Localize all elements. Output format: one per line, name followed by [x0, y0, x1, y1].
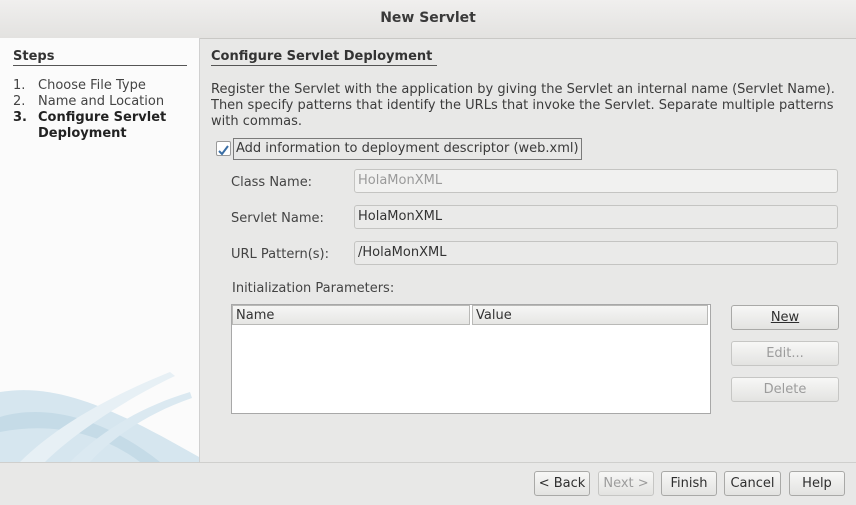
class-name-field[interactable]: HolaMonXML [354, 169, 838, 193]
back-button-label: < Back [538, 476, 586, 491]
step-configure-servlet-deployment: 3. Configure Servlet Deployment [13, 110, 166, 142]
init-params-table[interactable]: Name Value [231, 304, 711, 414]
cancel-button-label: Cancel [730, 476, 775, 491]
step-number: 2. [13, 94, 26, 109]
help-button[interactable]: Help [789, 471, 845, 496]
column-header-name[interactable]: Name [232, 305, 470, 325]
section-heading: Configure Servlet Deployment [211, 49, 437, 66]
delete-button[interactable]: Delete [731, 377, 839, 402]
steps-heading: Steps [13, 49, 187, 66]
step-number: 3. [13, 110, 27, 125]
title-bar: New Servlet [0, 0, 856, 39]
delete-button-label: Delete [763, 382, 807, 397]
back-button[interactable]: < Back [534, 471, 590, 496]
column-header-value[interactable]: Value [472, 305, 708, 325]
servlet-name-field[interactable]: HolaMonXML [354, 205, 838, 229]
step-label: Name and Location [38, 94, 165, 109]
main-panel: Configure Servlet Deployment Register th… [199, 38, 856, 462]
next-button-label: Next > [603, 476, 649, 491]
checkmark-icon [218, 145, 229, 156]
step-choose-file-type: 1. Choose File Type [13, 78, 146, 94]
dialog-footer: < Back Next > Finish Cancel Help [0, 462, 856, 505]
url-pattern-field[interactable]: /HolaMonXML [354, 241, 838, 265]
finish-button-label: Finish [670, 476, 708, 491]
step-label-continued: Deployment [38, 126, 127, 141]
description-text: Register the Servlet with the applicatio… [211, 82, 835, 129]
steps-panel: Steps 1. Choose File Type 2. Name and Loca… [0, 38, 200, 462]
edit-button-label: Edit... [766, 346, 804, 361]
step-label: Configure Servlet [38, 110, 167, 125]
deployment-descriptor-label[interactable]: Add information to deployment descriptor… [233, 138, 582, 160]
step-number: 1. [13, 78, 26, 93]
new-button-label: New [770, 310, 800, 325]
window-title: New Servlet [380, 10, 476, 26]
step-label: Choose File Type [38, 78, 146, 93]
servlet-name-label: Servlet Name: [231, 211, 324, 226]
cancel-button[interactable]: Cancel [724, 471, 781, 496]
deployment-descriptor-checkbox[interactable] [216, 141, 231, 156]
next-button[interactable]: Next > [598, 471, 654, 496]
edit-button[interactable]: Edit... [731, 341, 839, 366]
step-name-and-location: 2. Name and Location [13, 94, 164, 110]
decorative-swoosh-graphic [0, 372, 199, 462]
finish-button[interactable]: Finish [661, 471, 717, 496]
init-params-label: Initialization Parameters: [232, 281, 395, 296]
url-pattern-label: URL Pattern(s): [231, 247, 329, 262]
class-name-label: Class Name: [231, 175, 313, 190]
new-button[interactable]: New [731, 305, 839, 330]
help-button-label: Help [802, 476, 832, 491]
